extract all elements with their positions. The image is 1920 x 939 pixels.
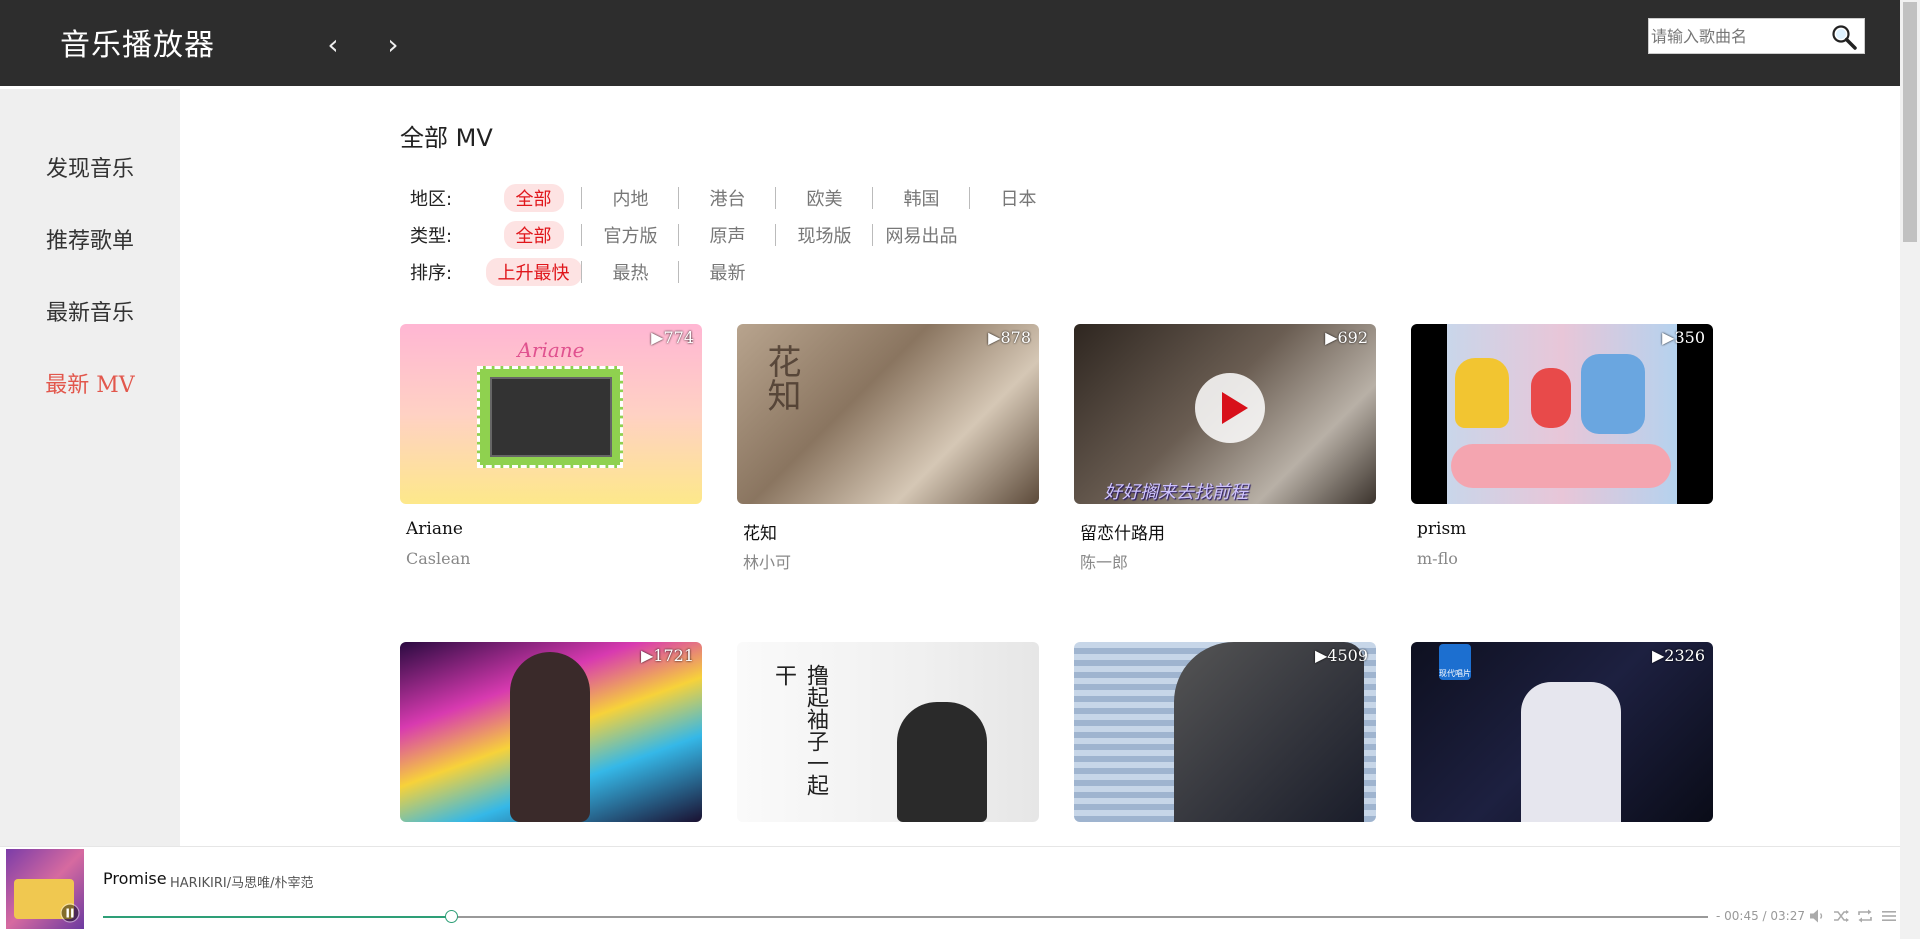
time-display: - 00:45 / 03:27 [1716,909,1805,923]
mv-card: 撸起袖子一起干 [737,642,1039,822]
play-count: ▶4509 [1314,646,1368,665]
mv-title[interactable]: Ariane [406,519,463,539]
filter-option[interactable]: 港台 [679,184,776,212]
filter-option[interactable]: 全部 [485,184,582,212]
thumbnail-artwork [510,652,590,822]
mv-card: ▶350 prism m-flo [1411,324,1713,568]
filter-option[interactable]: 网易出品 [873,221,970,249]
playlist-icon[interactable] [1880,907,1898,925]
filter-option[interactable]: 日本 [970,184,1067,212]
sidebar: 发现音乐 推荐歌单 最新音乐 最新 MV [0,89,180,849]
mv-title[interactable]: 留恋什路用 [1080,519,1165,544]
thumbnail-artwork [897,702,987,822]
thumbnail-caption: 花知 [761,344,801,412]
mv-artist[interactable]: Caslean [406,549,470,568]
mv-thumbnail[interactable]: 撸起袖子一起干 [737,642,1039,822]
page-title: 全部 MV [400,124,493,152]
play-count: ▶774 [651,328,694,347]
play-count: ▶350 [1662,328,1705,347]
mv-thumbnail[interactable]: 现代唱片 ▶2326 [1411,642,1713,822]
filter-option[interactable]: 最新 [679,258,776,286]
mv-artist[interactable]: 林小可 [743,549,791,573]
progress-bar[interactable] [103,910,1708,923]
pause-icon[interactable] [60,903,80,923]
filter-option[interactable]: 最热 [582,258,679,286]
thumbnail-artwork [1581,354,1645,434]
play-count: ▶878 [988,328,1031,347]
play-count: ▶2326 [1651,646,1705,665]
app-title: 音乐播放器 [60,28,215,63]
filter-option[interactable]: 全部 [485,221,582,249]
filter-label: 排序: [410,263,453,284]
filter-label: 地区: [410,189,453,210]
volume-icon[interactable] [1808,907,1826,925]
thumbnail-artwork [1451,444,1671,488]
album-cover[interactable] [6,849,84,929]
thumbnail-badge: 现代唱片 [1439,644,1471,680]
play-count: ▶1721 [640,646,694,665]
region-filter: 地区: 全部 内地 港台 欧美 韩国 日本 [410,183,1067,213]
mv-thumbnail[interactable]: Ariane ▶774 [400,324,702,504]
mv-title[interactable]: 花知 [743,519,777,544]
mv-card: Ariane ▶774 Ariane Caslean [400,324,702,568]
thumbnail-artwork [1174,642,1364,822]
mv-card: 花知 ▶878 花知 林小可 [737,324,1039,572]
sidebar-item-recommended-playlists[interactable]: 推荐歌单 [0,223,180,255]
scrollbar-thumb[interactable] [1903,2,1917,242]
sort-filter: 排序: 上升最快 最热 最新 [410,257,776,287]
mv-card: 好好搁来去找前程 ▶692 留恋什路用 陈一郎 [1074,324,1376,572]
filter-option[interactable]: 官方版 [582,221,679,249]
mv-artist[interactable]: 陈一郎 [1080,549,1128,573]
song-artist: HARIKIRI/马思唯/朴宰范 [170,876,314,891]
thumbnail-artwork [1521,682,1621,822]
player-bar: Promise HARIKIRI/马思唯/朴宰范 - 00:45 / 03:27 [0,846,1900,939]
play-count: ▶692 [1325,328,1368,347]
filter-option[interactable]: 内地 [582,184,679,212]
sidebar-item-new-music[interactable]: 最新音乐 [0,295,180,327]
progress-handle[interactable] [445,910,459,923]
mv-thumbnail[interactable]: ▶4509 [1074,642,1376,822]
mv-card: 现代唱片 ▶2326 [1411,642,1713,822]
thumbnail-caption: 好好搁来去找前程 [1104,482,1248,503]
type-filter: 类型: 全部 官方版 原声 现场版 网易出品 [410,220,970,250]
mv-card: ▶4509 [1074,642,1376,822]
mv-thumbnail[interactable]: ▶1721 [400,642,702,822]
play-icon[interactable] [1194,372,1266,444]
mv-thumbnail[interactable]: 好好搁来去找前程 ▶692 [1074,324,1376,504]
top-bar: 音乐播放器 ‹ › [0,0,1900,86]
search-icon[interactable] [1830,23,1858,51]
thumbnail-caption: 现代唱片 [1439,669,1471,678]
filter-option[interactable]: 现场版 [776,221,873,249]
forward-button[interactable]: › [378,30,408,60]
filter-option[interactable]: 原声 [679,221,776,249]
filter-option[interactable]: 上升最快 [485,258,582,286]
thumbnail-artwork [1455,358,1509,428]
sidebar-item-discover-music[interactable]: 发现音乐 [0,151,180,183]
mv-title[interactable]: prism [1417,519,1466,539]
sidebar-item-new-mv[interactable]: 最新 MV [0,367,180,399]
mv-artist[interactable]: m-flo [1417,549,1458,568]
song-title: Promise [103,869,167,888]
filter-option[interactable]: 欧美 [776,184,873,212]
thumbnail-caption: 撸起袖子一起干 [771,664,828,796]
vertical-scrollbar[interactable] [1900,0,1920,939]
mv-thumbnail[interactable]: ▶350 [1411,324,1713,504]
progress-fill [103,916,452,918]
thumbnail-artwork [1531,368,1571,428]
search-box [1648,18,1865,54]
filter-label: 类型: [410,226,453,247]
back-button[interactable]: ‹ [318,30,348,60]
repeat-icon[interactable] [1856,907,1874,925]
mv-card: ▶1721 [400,642,702,822]
filter-option[interactable]: 韩国 [873,184,970,212]
thumbnail-artwork [477,366,623,468]
search-input[interactable] [1651,23,1821,49]
shuffle-icon[interactable] [1832,907,1850,925]
mv-thumbnail[interactable]: 花知 ▶878 [737,324,1039,504]
